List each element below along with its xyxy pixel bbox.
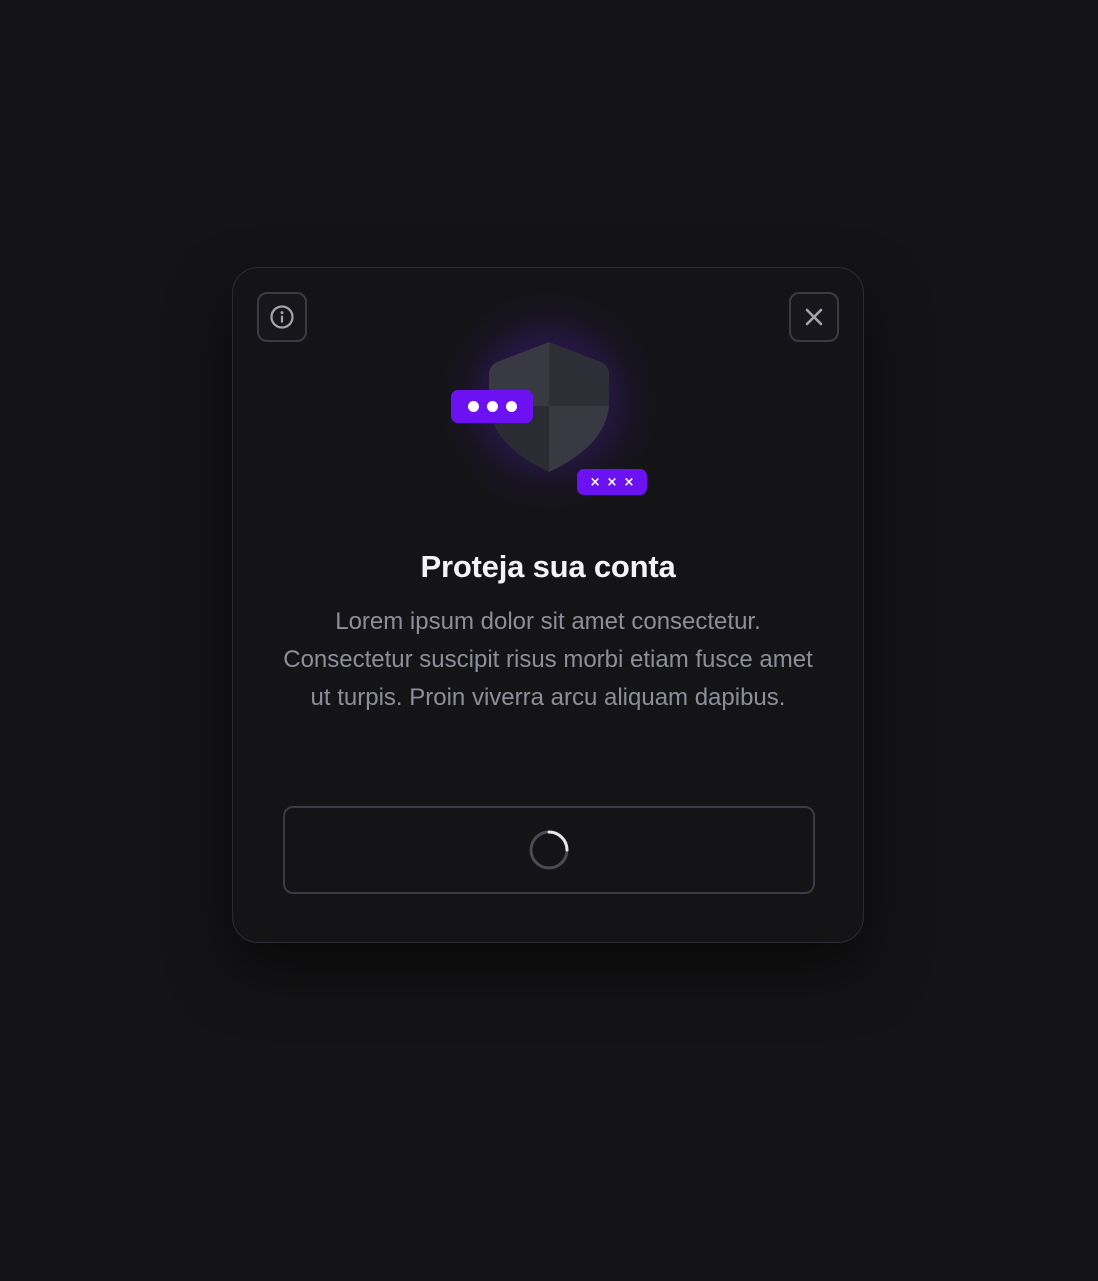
password-dot — [467, 401, 479, 412]
spinner-icon — [529, 830, 569, 870]
dialog-description: Lorem ipsum dolor sit amet consectetur. … — [283, 608, 813, 711]
dialog-title: Proteja sua conta — [420, 549, 676, 584]
security-modal: × × × Proteja sua conta Lorem ipsum dolo… — [232, 267, 864, 943]
info-circle-icon — [270, 305, 294, 329]
x-mark: × — [589, 474, 601, 490]
info-button[interactable] — [257, 292, 307, 342]
password-dot — [486, 401, 498, 412]
x-mark: × — [623, 474, 635, 490]
security-illustration: × × × — [419, 286, 679, 526]
x-mark: × — [606, 474, 618, 490]
password-hidden-icon: × × × — [577, 469, 647, 495]
password-dots-icon — [451, 390, 533, 423]
password-dot — [505, 401, 517, 412]
close-x-icon — [805, 308, 823, 326]
loading-action-button[interactable] — [283, 806, 815, 894]
close-button[interactable] — [789, 292, 839, 342]
